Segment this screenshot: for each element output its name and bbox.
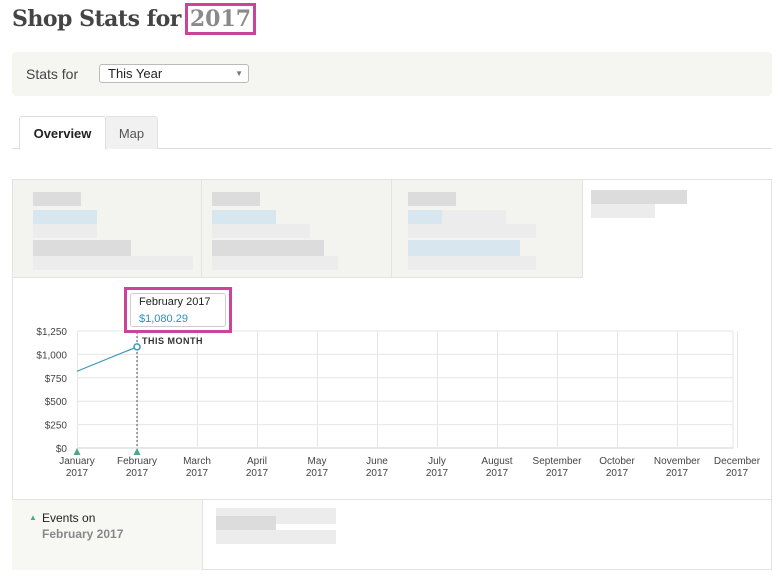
event-markers xyxy=(73,448,141,455)
x-tick-label: 2017 xyxy=(66,468,89,479)
events-summary: ▲ Events on February 2017 xyxy=(12,500,203,570)
x-tick-label: July xyxy=(428,456,446,467)
x-tick-label: February xyxy=(117,456,157,467)
x-tick-label: 2017 xyxy=(606,468,629,479)
sales-line-chart: $0$250$500$750$1,000$1,250 January2017Fe… xyxy=(36,320,761,479)
x-tick-label: 2017 xyxy=(726,468,749,479)
chart-series xyxy=(76,320,141,448)
x-axis-labels: January2017February2017March2017April201… xyxy=(59,456,761,479)
y-tick-label: $250 xyxy=(45,421,68,432)
chart-tooltip: February 2017 $1,080.29 xyxy=(124,287,232,333)
tooltip-box: February 2017 $1,080.29 xyxy=(130,293,226,327)
y-tick-label: $500 xyxy=(45,397,68,408)
x-tick-label: 2017 xyxy=(486,468,509,479)
x-tick-label: March xyxy=(183,456,211,467)
event-marker xyxy=(73,448,81,455)
tooltip-value: $1,080.29 xyxy=(139,313,188,325)
x-tick-label: 2017 xyxy=(126,468,149,479)
chart-grid xyxy=(77,330,738,449)
x-tick-label: April xyxy=(247,456,267,467)
x-tick-label: 2017 xyxy=(546,468,569,479)
data-point xyxy=(133,343,141,351)
x-tick-label: 2017 xyxy=(306,468,329,479)
events-date: February 2017 xyxy=(42,527,124,541)
redacted-text xyxy=(216,530,336,544)
y-tick-label: $1,250 xyxy=(36,327,67,338)
x-tick-label: August xyxy=(481,456,512,467)
x-tick-label: October xyxy=(599,456,635,467)
y-tick-label: $1,000 xyxy=(36,350,67,361)
x-tick-label: May xyxy=(308,456,327,467)
events-title: Events on xyxy=(42,511,96,525)
x-tick-label: 2017 xyxy=(246,468,269,479)
this-month-annotation: THIS MONTH xyxy=(142,336,203,346)
x-tick-label: 2017 xyxy=(666,468,689,479)
x-tick-label: June xyxy=(366,456,388,467)
tooltip-date: February 2017 xyxy=(139,296,211,308)
event-marker xyxy=(133,448,141,455)
x-tick-label: 2017 xyxy=(366,468,389,479)
event-triangle-icon: ▲ xyxy=(29,513,37,522)
x-tick-label: November xyxy=(654,456,701,467)
x-tick-label: January xyxy=(59,456,95,467)
series-line xyxy=(76,346,138,372)
y-tick-label: $750 xyxy=(45,374,68,385)
x-tick-label: December xyxy=(714,456,761,467)
y-tick-label: $0 xyxy=(56,444,68,455)
y-axis-labels: $0 $250 $500 $750 $1,000 $1,250 xyxy=(36,327,67,455)
events-section: ▲ Events on February 2017 xyxy=(12,499,772,570)
x-tick-label: 2017 xyxy=(186,468,209,479)
x-tick-label: September xyxy=(533,456,583,467)
x-tick-label: 2017 xyxy=(426,468,449,479)
